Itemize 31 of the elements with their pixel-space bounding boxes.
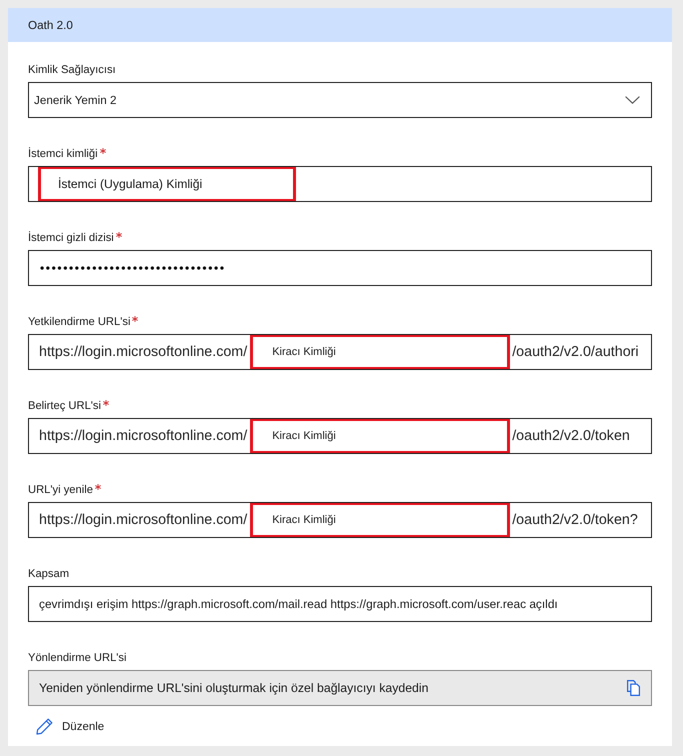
field-label: İstemci kimliği	[28, 147, 98, 161]
section-title: Oath 2.0	[28, 18, 73, 32]
field-label: Kapsam	[28, 567, 70, 581]
url-suffix: /oauth2/v2.0/token	[511, 428, 630, 444]
password-field[interactable]: ••••••••••••••••••••••••••••••••	[28, 250, 652, 286]
redirect-url-text: Yeniden yönlendirme URL'sini oluşturmak için özel bağlayıcıyı kaydedin	[39, 681, 430, 695]
input-field[interactable]: çevrimdışı erişim https://graph.microsoft.com/mail.read https://graph.microsoft.com/user.reac açıldı	[28, 586, 652, 622]
dropdown[interactable]: Jenerik Yemin 2	[28, 82, 652, 118]
url-field[interactable]: https://login.microsoftonline.com/ Kiracı Kimliği /oauth2/v2.0/authori	[28, 334, 652, 370]
url-field[interactable]: https://login.microsoftonline.com/ Kiracı Kimliği /oauth2/v2.0/token?	[28, 502, 652, 538]
field-label: Yetkilendirme URL'si	[28, 315, 130, 329]
url-prefix: https://login.microsoftonline.com/	[39, 512, 248, 528]
url-prefix: https://login.microsoftonline.com/	[39, 428, 248, 444]
field-label: Yönlendirme URL'si	[28, 651, 127, 665]
copy-icon[interactable]	[627, 680, 640, 696]
tenant-id-highlight: Kiracı Kimliği	[250, 335, 510, 369]
pencil-icon	[36, 718, 53, 735]
chevron-down-icon	[625, 96, 640, 104]
input-field[interactable]: İstemci (Uygulama) Kimliği	[28, 166, 652, 202]
field-label: Belirteç URL'si	[28, 399, 102, 413]
field-label: Kimlik Sağlayıcısı	[28, 63, 116, 77]
url-suffix: /oauth2/v2.0/authori	[511, 344, 639, 360]
tenant-id-highlight: Kiracı Kimliği	[250, 419, 510, 453]
url-field[interactable]: https://login.microsoftonline.com/ Kiracı Kimliği /oauth2/v2.0/token	[28, 418, 652, 454]
value-highlight: İstemci (Uygulama) Kimliği	[38, 167, 296, 201]
url-prefix: https://login.microsoftonline.com/	[39, 344, 248, 360]
url-suffix: /oauth2/v2.0/token?	[511, 512, 638, 528]
field-label: İstemci gizli dizisi	[28, 231, 114, 245]
field-label: URL'yi yenile	[28, 483, 93, 497]
edit-button[interactable]: Düzenle	[36, 718, 104, 735]
tenant-id-highlight: Kiracı Kimliği	[250, 503, 510, 537]
